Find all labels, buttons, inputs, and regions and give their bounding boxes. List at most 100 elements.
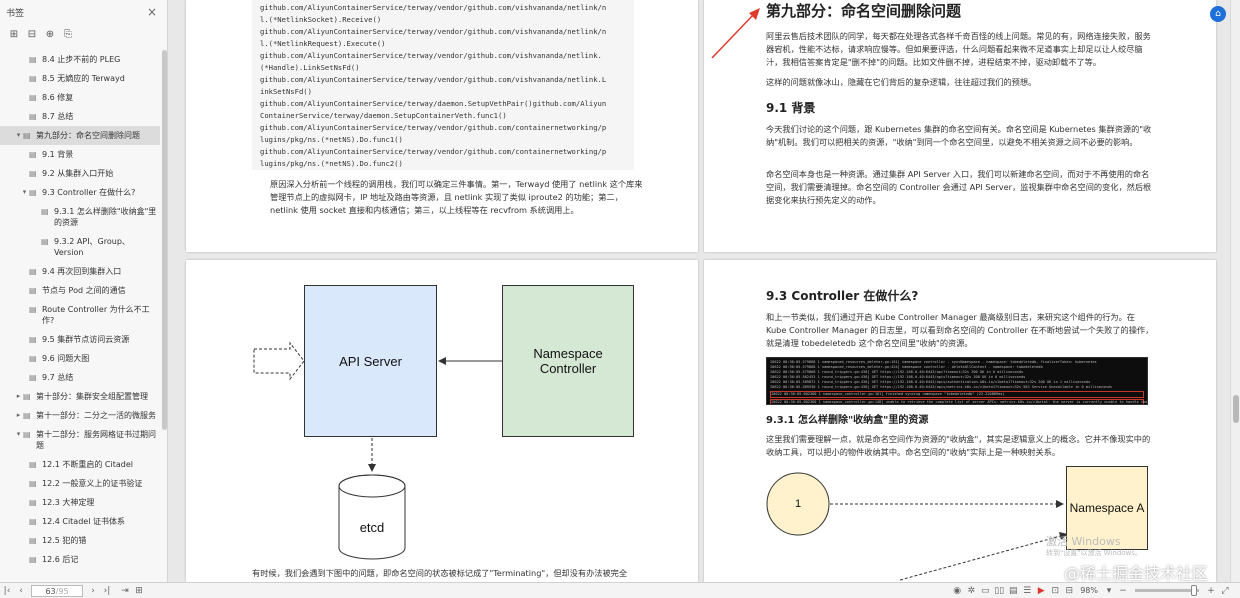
fit-page-icon[interactable]: ⊡	[1048, 584, 1062, 598]
bookmark-item[interactable]: ▤ 9.6 问题大图	[0, 349, 160, 368]
bookmark-doc-icon: ▤	[29, 373, 37, 382]
bookmark-doc-icon: ▤	[29, 74, 37, 83]
bookmark-item[interactable]: ▤ 节点与 Pod 之间的通信	[0, 281, 160, 300]
eye-icon[interactable]: ◉	[950, 584, 964, 598]
bookmark-label: 第十部分：集群安全组配置管理	[36, 392, 148, 401]
zoom-out-icon[interactable]: −	[1116, 584, 1130, 598]
bookmark-item[interactable]: ▤ 8.7 总结	[0, 107, 160, 126]
vertical-scrollbar[interactable]	[1230, 0, 1240, 582]
bookmark-item[interactable]: ▤ 8.6 修复	[0, 88, 160, 107]
bookmark-item[interactable]: ▤ 12.6 后记	[0, 550, 160, 569]
bookmark-item[interactable]: ▤ 9.5 集群节点访问云资源	[0, 330, 160, 349]
last-page-icon[interactable]: ›|	[100, 584, 114, 598]
fullscreen-icon[interactable]: ⤢	[1218, 584, 1232, 598]
bookmark-item[interactable]: ▤ 9.2 从集群入口开始	[0, 164, 160, 183]
page-number-field[interactable]: 63/95	[31, 584, 83, 597]
prev-page-icon[interactable]: ‹	[14, 584, 28, 598]
zoom-dropdown-icon[interactable]: ▾	[1102, 584, 1116, 598]
bookmark-doc-icon: ▤	[29, 188, 37, 197]
bookmark-label: 12.4 Citadel 证书体系	[42, 517, 125, 526]
code-line: lugins/pkg/ns.(*netNS).Do.func1()	[260, 135, 403, 144]
paragraph: 有时候，我们会遇到下图中的问题，即命名空间的状态被标记成了"Terminatin…	[252, 568, 628, 578]
bookmark-doc-icon: ▤	[29, 555, 37, 564]
pdf-page-right-bottom: 9.3 Controller 在做什么? 和上一节类似，我们通过开启 Kube …	[704, 260, 1216, 582]
bookmark-label: 第九部分：命名空间删除问题	[36, 131, 140, 140]
bookmark-item[interactable]: ▸ ▤ 第十部分：集群安全组配置管理	[0, 387, 160, 406]
bookmark-item[interactable]: ▤ 9.3.2 API、Group、Version	[0, 232, 160, 262]
bookmark-item[interactable]: ▤ 8.5 无嫡应的 Terwayd	[0, 69, 160, 88]
pdf-page-right-top: 第九部分：命名空间删除问题 阿里云售后技术团队的同学，每天都在处理各式各样千奇百…	[704, 0, 1216, 252]
bookmark-add-icon[interactable]: ⊕	[44, 29, 56, 41]
export-icon[interactable]: ⇥	[118, 584, 132, 598]
bookmark-item[interactable]: ▸ ▤ 第十一部分：二分之一活的微服务	[0, 406, 160, 425]
read-mode-icon[interactable]: ☰	[1020, 584, 1034, 598]
bookmark-item[interactable]: ▤ 12.3 大神定理	[0, 493, 160, 512]
bookmark-label: 12.1 不断重启的 Citadel	[42, 460, 133, 469]
code-block: github.com/AliyunContainerService/terway…	[252, 0, 634, 170]
next-page-icon[interactable]: ›	[86, 584, 100, 598]
app-assistant-icon[interactable]: ⌂	[1210, 6, 1226, 22]
bookmark-item[interactable]: ▾ ▤ 第十二部分：服务网格证书过期问题	[0, 425, 160, 455]
code-line: github.com/AliyunContainerService/terway…	[260, 27, 607, 36]
code-line: (*Handle).LinkSetNsFd()	[260, 63, 360, 72]
pdf-page-left-bottom: API Server Namespace Controller etcd 有时候…	[186, 260, 698, 582]
bookmark-label: 9.3.1 怎么样删除"收纳盒"里的资源	[54, 207, 157, 227]
bookmark-item[interactable]: ▤ 9.1 背景	[0, 145, 160, 164]
bookmark-item[interactable]: ▤ 12.4 Citadel 证书体系	[0, 512, 160, 531]
bookmark-item[interactable]: ▤ 9.4 再次回到集群入口	[0, 262, 160, 281]
watermark-line: 转到"设置"以激活 Windows。	[1046, 549, 1142, 557]
code-line: github.com/AliyunContainerService/terway…	[260, 123, 607, 132]
bookmark-item[interactable]: ▤ Route Controller 为什么不工作?	[0, 300, 160, 330]
play-icon[interactable]: ▶	[1034, 584, 1048, 598]
bookmark-item[interactable]: ▤ 12.2 一般意义上的证书验证	[0, 474, 160, 493]
bookmark-doc-icon: ▤	[41, 237, 49, 246]
bookmark-item[interactable]: ▤ 12.1 不断重启的 Citadel	[0, 455, 160, 474]
collapse-all-icon[interactable]: ⊟	[26, 29, 38, 41]
page-total: /95	[55, 586, 69, 596]
expand-all-icon[interactable]: ⊞	[8, 29, 20, 41]
book-view-icon[interactable]: ▤	[1006, 584, 1020, 598]
bookmark-item[interactable]: ▾ ▤ 9.3 Controller 在做什么?	[0, 183, 160, 202]
double-page-icon[interactable]: ▯▯	[992, 584, 1006, 598]
circle-label: 1	[794, 498, 802, 510]
bookmark-item[interactable]: ▾ ▤ 第九部分：命名空间删除问题	[0, 126, 160, 145]
bookmark-item[interactable]: ▤ 9.7 总结	[0, 368, 160, 387]
bookmark-item[interactable]: ▤ 8.4 止步不前的 PLEG	[0, 50, 160, 69]
bookmark-label: 12.2 一般意义上的证书验证	[42, 479, 143, 488]
expand-arrow-icon[interactable]: ▾	[14, 130, 23, 141]
bookmark-doc-icon: ▤	[29, 479, 37, 488]
paragraph: 今天我们讨论的这个问题，跟 Kubernetes 集群的命名空间有关。命名空间是…	[766, 124, 1152, 147]
bookmarks-sidebar: 书签 × ⊞ ⊟ ⊕ ⎘ ▤ 8.4 止步不前的 PLEG ▤ 8.5 无嫡应的 Te…	[0, 0, 168, 582]
settings-icon[interactable]: ✲	[964, 584, 978, 598]
bookmark-item[interactable]: ▤ 12.5 犯的错	[0, 531, 160, 550]
bookmark-doc-icon: ▤	[29, 55, 37, 64]
first-page-icon[interactable]: |‹	[0, 584, 14, 598]
bookmark-label: 节点与 Pod 之间的通信	[42, 286, 126, 295]
zoom-slider[interactable]	[1135, 585, 1199, 596]
bookmark-label: 8.4 止步不前的 PLEG	[42, 55, 121, 64]
expand-arrow-icon[interactable]: ▾	[20, 187, 29, 198]
collapse-arrow-icon[interactable]: ▸	[14, 391, 23, 402]
bookmark-label: 12.5 犯的错	[42, 536, 87, 545]
code-line: inkSetNsFd()	[260, 87, 312, 96]
code-line: l.(*NetlinkSocket).Receive()	[260, 15, 382, 24]
add-page-icon[interactable]: ⊞	[132, 584, 146, 598]
bookmark-label: 9.6 问题大图	[42, 354, 90, 363]
bookmark-doc-icon: ▤	[29, 286, 37, 295]
single-page-icon[interactable]: ▭	[978, 584, 992, 598]
scrollbar-thumb[interactable]	[1233, 395, 1239, 423]
pdf-page-left-top: github.com/AliyunContainerService/terway…	[186, 0, 698, 252]
code-line: github.com/AliyunContainerService/terway…	[260, 51, 602, 60]
fit-width-icon[interactable]: ⊟	[1062, 584, 1076, 598]
close-icon[interactable]: ×	[147, 5, 157, 19]
bookmark-item[interactable]: ▤ 9.3.1 怎么样删除"收纳盒"里的资源	[0, 202, 160, 232]
red-arrow-annotation	[711, 8, 760, 59]
zoom-slider-knob[interactable]	[1191, 585, 1197, 596]
bookmark-icon[interactable]: ⎘	[62, 29, 74, 41]
collapse-arrow-icon[interactable]: ▸	[14, 410, 23, 421]
sidebar-scrollbar[interactable]	[162, 50, 167, 430]
code-line: github.com/AliyunContainerService/terway…	[260, 75, 607, 84]
zoom-in-icon[interactable]: +	[1204, 584, 1218, 598]
zoom-level[interactable]: 98%	[1080, 586, 1098, 595]
expand-arrow-icon[interactable]: ▾	[14, 429, 23, 440]
